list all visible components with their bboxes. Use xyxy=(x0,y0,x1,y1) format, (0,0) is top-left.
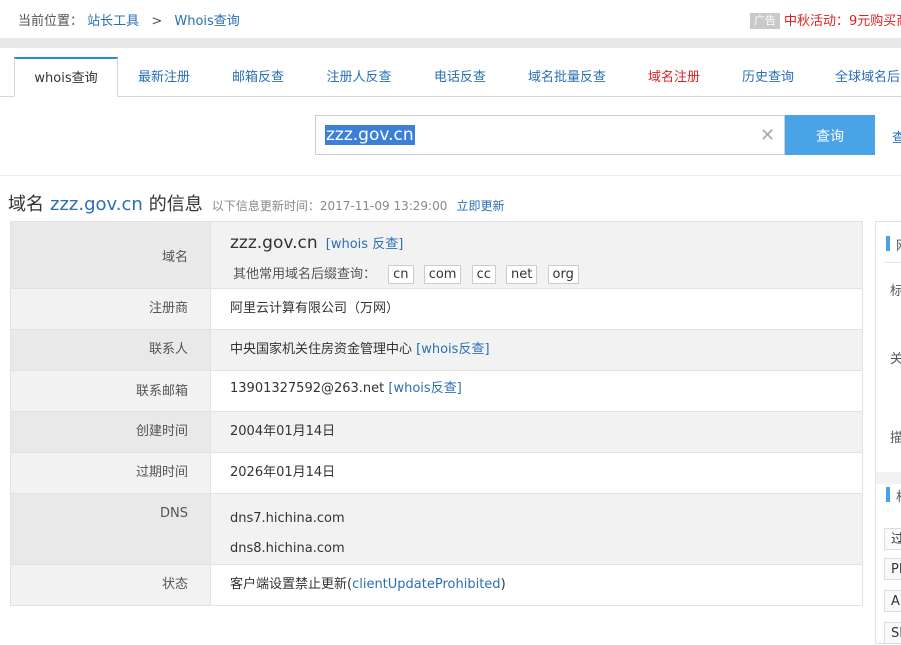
contact-whois-reverse-link[interactable]: [whois反查] xyxy=(416,342,489,357)
label-expires: 过期时间 xyxy=(11,453,211,493)
suffix-net[interactable]: net xyxy=(506,265,538,284)
title-domain-link[interactable]: zzz.gov.cn xyxy=(50,194,143,215)
breadcrumb-separator: > xyxy=(151,14,163,29)
suffix-cn[interactable]: cn xyxy=(388,265,414,284)
sidebar-heading-2: 相 xyxy=(896,486,901,505)
section-marker-2 xyxy=(886,487,890,502)
tool-tabs: whois查询 最新注册 邮箱反查 注册人反查 电话反查 域名批量反查 域名注册… xyxy=(0,57,901,97)
value-registrar: 阿里云计算有限公司（万网） xyxy=(211,289,862,329)
contact-value: 中央国家机关住房资金管理中心 xyxy=(230,342,413,357)
row-registrar: 注册商 阿里云计算有限公司（万网） xyxy=(11,289,862,330)
email-value: 13901327592@263.net xyxy=(230,381,385,396)
value-dns: dns7.hichina.com dns8.hichina.com xyxy=(211,494,862,564)
label-domain: 域名 xyxy=(11,222,211,288)
status-prefix: 客户端设置禁止更新( xyxy=(230,577,353,592)
sidebar-box-1[interactable]: 过 xyxy=(884,528,901,550)
title-prefix: 域名 xyxy=(8,194,44,215)
value-domain: zzz.gov.cn [whois 反查] 其他常用域名后缀查询： cn com… xyxy=(211,222,862,288)
tab-registrant-reverse[interactable]: 注册人反查 xyxy=(316,58,402,96)
extra-link[interactable]: 查 xyxy=(892,127,901,146)
label-email: 联系邮箱 xyxy=(11,371,211,411)
sidebar-label-description: 描 xyxy=(890,431,901,446)
tab-domain-register[interactable]: 域名注册 xyxy=(638,58,710,96)
section-divider xyxy=(0,175,901,176)
sidebar-label-title: 标 xyxy=(890,284,901,299)
tab-history[interactable]: 历史查询 xyxy=(732,58,804,96)
update-time: 以下信息更新时间：2017-11-09 13:29:00 xyxy=(211,199,448,213)
promo-text[interactable]: 中秋活动：9元购买商 xyxy=(784,14,901,29)
row-status: 状态 客户端设置禁止更新(clientUpdateProhibited) xyxy=(11,565,862,606)
label-contact: 联系人 xyxy=(11,330,211,370)
sidebar-label-keywords: 关 xyxy=(890,352,901,367)
tab-phone-reverse[interactable]: 电话反查 xyxy=(424,58,496,96)
value-contact: 中央国家机关住房资金管理中心 [whois反查] xyxy=(211,330,862,370)
domain-value: zzz.gov.cn xyxy=(230,233,318,253)
tab-batch-reverse[interactable]: 域名批量反查 xyxy=(518,58,616,96)
header-divider xyxy=(0,38,901,48)
update-now-link[interactable]: 立即更新 xyxy=(456,199,504,213)
tab-email-reverse[interactable]: 邮箱反查 xyxy=(222,58,294,96)
sidebar-box-2[interactable]: PI xyxy=(884,558,901,580)
sidebar-box-3[interactable]: Al xyxy=(884,590,901,612)
search-input[interactable]: zzz.gov.cn ✕ xyxy=(315,115,785,155)
suffix-com[interactable]: com xyxy=(423,265,462,284)
dns-server-2: dns8.hichina.com xyxy=(230,541,345,556)
label-status: 状态 xyxy=(11,565,211,605)
value-email: 13901327592@263.net [whois反查] xyxy=(211,371,862,411)
promo-banner[interactable]: 广告 中秋活动：9元购买商 xyxy=(750,10,901,29)
suffix-cc[interactable]: cc xyxy=(471,265,496,284)
email-whois-reverse-link[interactable]: [whois反查] xyxy=(388,381,461,396)
page-title: 域名 zzz.gov.cn 的信息 以下信息更新时间：2017-11-09 13:2… xyxy=(8,190,504,216)
close-icon[interactable]: ✕ xyxy=(760,125,775,146)
section-marker xyxy=(886,236,890,251)
domain-whois-reverse-link[interactable]: [whois 反查] xyxy=(326,237,404,252)
suffix-org[interactable]: org xyxy=(547,265,579,284)
top-bar: 当前位置： 站长工具 > Whois查询 广告 中秋活动：9元购买商 xyxy=(0,0,901,38)
value-status: 客户端设置禁止更新(clientUpdateProhibited) xyxy=(211,565,862,605)
other-suffix-label: 其他常用域名后缀查询： xyxy=(233,267,377,282)
dns-server-1: dns7.hichina.com xyxy=(230,511,345,526)
label-created: 创建时间 xyxy=(11,412,211,452)
row-domain: 域名 zzz.gov.cn [whois 反查] 其他常用域名后缀查询： cn … xyxy=(11,222,862,289)
label-dns: DNS xyxy=(11,494,211,564)
tab-latest-registrations[interactable]: 最新注册 xyxy=(128,58,200,96)
search-button[interactable]: 查询 xyxy=(785,115,875,155)
value-created: 2004年01月14日 xyxy=(211,412,862,452)
breadcrumb-item-tools[interactable]: 站长工具 xyxy=(87,14,139,29)
row-dns: DNS dns7.hichina.com dns8.hichina.com xyxy=(11,494,862,565)
value-expires: 2026年01月14日 xyxy=(211,453,862,493)
row-contact: 联系人 中央国家机关住房资金管理中心 [whois反查] xyxy=(11,330,862,371)
row-created: 创建时间 2004年01月14日 xyxy=(11,412,862,453)
sidebar-heading-1: 网 xyxy=(896,235,901,254)
title-suffix: 的信息 xyxy=(148,194,203,215)
row-email: 联系邮箱 13901327592@263.net [whois反查] xyxy=(11,371,862,412)
whois-info-table: 域名 zzz.gov.cn [whois 反查] 其他常用域名后缀查询： cn … xyxy=(10,221,863,606)
sidebar-divider xyxy=(884,262,901,263)
search-value[interactable]: zzz.gov.cn xyxy=(325,125,415,145)
tab-whois[interactable]: whois查询 xyxy=(14,57,118,97)
breadcrumb-prefix: 当前位置： xyxy=(18,14,84,29)
right-sidebar: 网 标 关 描 相 过 PI Al SI xyxy=(875,221,901,644)
ad-badge: 广告 xyxy=(750,13,780,29)
breadcrumb-item-whois[interactable]: Whois查询 xyxy=(174,14,239,29)
label-registrar: 注册商 xyxy=(11,289,211,329)
status-code-link[interactable]: clientUpdateProhibited xyxy=(352,577,500,592)
sidebar-gap xyxy=(876,472,901,484)
breadcrumb: 当前位置： 站长工具 > Whois查询 xyxy=(18,10,240,29)
sidebar-box-4[interactable]: SI xyxy=(884,622,901,644)
tab-global-suffix[interactable]: 全球域名后 xyxy=(826,58,901,96)
row-expires: 过期时间 2026年01月14日 xyxy=(11,453,862,494)
status-suffix: ) xyxy=(500,577,506,592)
